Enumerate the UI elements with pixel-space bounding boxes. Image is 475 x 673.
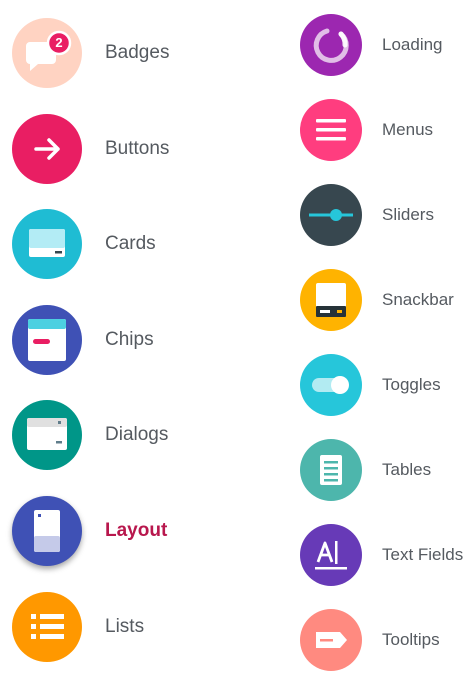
nav-item-buttons[interactable]: Buttons (12, 114, 242, 186)
nav-item-text-fields[interactable]: Text Fields (300, 524, 475, 588)
nav-item-dialogs[interactable]: Dialogs (12, 400, 242, 472)
nav-item-label: Loading (382, 35, 443, 54)
text-field-icon (300, 524, 362, 586)
nav-item-snackbar[interactable]: Snackbar (300, 269, 475, 333)
list-icon (12, 592, 82, 662)
nav-item-tables[interactable]: Tables (300, 439, 475, 503)
slider-icon (300, 184, 362, 246)
menu-icon (300, 99, 362, 161)
nav-item-label: Text Fields (382, 545, 464, 564)
nav-item-label: Dialogs (105, 424, 169, 445)
badge-icon: 2 (12, 18, 82, 88)
nav-item-toggles[interactable]: Toggles (300, 354, 475, 418)
nav-item-label: Sliders (382, 205, 434, 224)
nav-item-chips[interactable]: Chips (12, 305, 242, 377)
nav-item-label: Snackbar (382, 290, 454, 309)
nav-item-loading[interactable]: Loading (300, 14, 475, 78)
chip-icon (12, 305, 82, 375)
arrow-right-icon (12, 114, 82, 184)
nav-item-label: Lists (105, 616, 145, 637)
nav-item-label: Tooltips (382, 630, 440, 649)
layout-icon (12, 496, 82, 566)
dialog-icon (12, 400, 82, 470)
nav-item-menus[interactable]: Menus (300, 99, 475, 163)
nav-item-label: Menus (382, 120, 434, 139)
toggle-icon (300, 354, 362, 416)
nav-item-label: Tables (382, 460, 432, 479)
card-icon (12, 209, 82, 279)
snackbar-icon (300, 269, 362, 331)
badge-count: 2 (55, 35, 63, 50)
nav-item-label: Toggles (382, 375, 441, 394)
nav-item-tooltips[interactable]: Tooltips (300, 609, 475, 673)
table-icon (300, 439, 362, 501)
nav-item-sliders[interactable]: Sliders (300, 184, 475, 248)
loading-spinner-icon (300, 14, 362, 76)
nav-item-label: Chips (105, 329, 154, 350)
tooltip-icon (300, 609, 362, 671)
nav-item-label: Cards (105, 233, 156, 254)
nav-item-lists[interactable]: Lists (12, 592, 242, 664)
nav-item-layout[interactable]: Layout (12, 496, 242, 568)
nav-item-cards[interactable]: Cards (12, 209, 242, 281)
nav-item-label: Layout (105, 520, 168, 541)
nav-item-label: Buttons (105, 138, 170, 159)
nav-item-badges[interactable]: 2 Badges (12, 18, 242, 90)
nav-item-label: Badges (105, 42, 170, 63)
